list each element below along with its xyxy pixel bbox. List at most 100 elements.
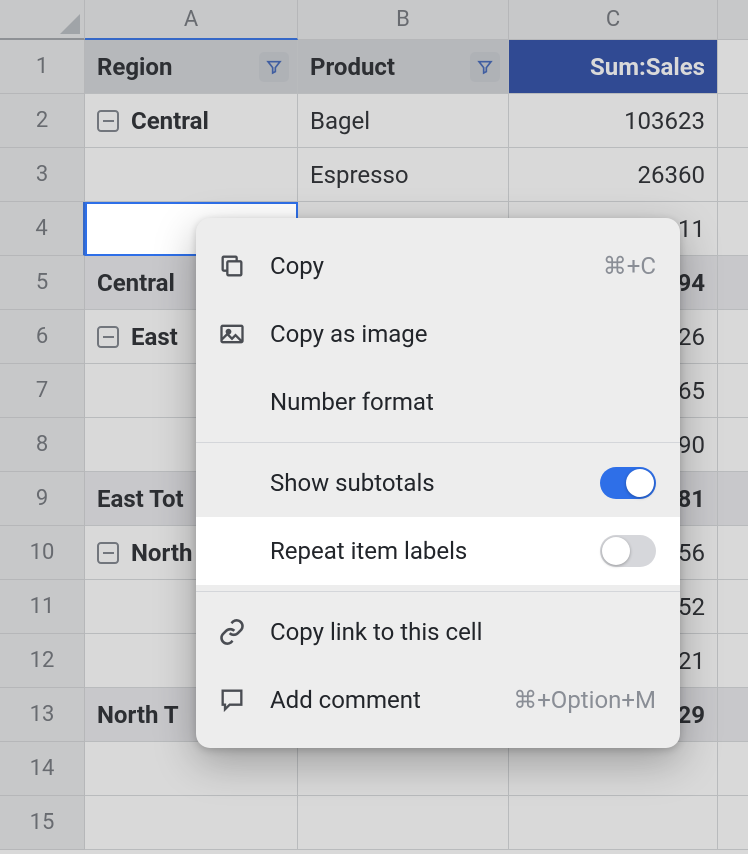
cell[interactable]: 103623: [509, 94, 718, 148]
filter-button-region[interactable]: [259, 52, 289, 82]
row-header[interactable]: 12: [0, 634, 85, 688]
collapse-group-button[interactable]: [97, 326, 119, 348]
menu-item-copy[interactable]: Copy ⌘+C: [196, 232, 680, 300]
row-header[interactable]: 7: [0, 364, 85, 418]
row-header[interactable]: 11: [0, 580, 85, 634]
menu-label: Repeat item labels: [270, 537, 600, 565]
cell[interactable]: [298, 742, 509, 796]
menu-item-number-format[interactable]: Number format: [196, 368, 680, 436]
column-header-next[interactable]: [718, 0, 748, 40]
row-header[interactable]: 10: [0, 526, 85, 580]
cell[interactable]: [718, 40, 748, 94]
cell[interactable]: [85, 148, 298, 202]
cell[interactable]: [298, 796, 509, 850]
cell[interactable]: [718, 526, 748, 580]
column-header-A[interactable]: A: [85, 0, 298, 40]
minus-icon: [103, 336, 114, 338]
menu-item-show-subtotals[interactable]: Show subtotals: [196, 449, 680, 517]
row-header[interactable]: 8: [0, 418, 85, 472]
column-header-C[interactable]: C: [509, 0, 718, 40]
cell[interactable]: [718, 742, 748, 796]
row-header[interactable]: 2: [0, 94, 85, 148]
menu-shortcut: ⌘+Option+M: [513, 686, 656, 714]
row-header[interactable]: 5: [0, 256, 85, 310]
row-header[interactable]: 1: [0, 40, 85, 94]
table-row: 2Central Bagel 103623: [0, 94, 748, 148]
table-row: 15: [0, 796, 748, 850]
menu-item-repeat-item-labels[interactable]: Repeat item labels: [196, 517, 680, 585]
table-row: 3 Espresso 26360: [0, 148, 748, 202]
cell[interactable]: [718, 256, 748, 310]
cell-text: 81: [677, 485, 705, 513]
row-header[interactable]: 13: [0, 688, 85, 742]
minus-icon: [103, 120, 114, 122]
cell[interactable]: Bagel: [298, 94, 509, 148]
funnel-icon: [266, 59, 282, 75]
cell[interactable]: 26360: [509, 148, 718, 202]
cell-text: 26360: [638, 161, 705, 189]
cell-text: 26: [678, 323, 705, 351]
cell[interactable]: [509, 742, 718, 796]
menu-label: Show subtotals: [270, 469, 600, 497]
menu-separator: [196, 591, 680, 592]
column-header-B[interactable]: B: [298, 0, 509, 40]
cell[interactable]: [718, 634, 748, 688]
row-header[interactable]: 3: [0, 148, 85, 202]
table-row: 1 Region Product Sum:Sales: [0, 40, 748, 94]
cell-text: Central: [97, 269, 175, 297]
menu-label: Add comment: [270, 686, 513, 714]
cell-text: 103623: [624, 107, 705, 135]
menu-label: Copy link to this cell: [270, 618, 656, 646]
menu-label: Copy: [270, 252, 603, 280]
cell[interactable]: [718, 472, 748, 526]
row-header[interactable]: 15: [0, 796, 85, 850]
row-header[interactable]: 14: [0, 742, 85, 796]
cell[interactable]: [85, 796, 298, 850]
image-icon: [218, 320, 270, 348]
menu-item-add-comment[interactable]: Add comment ⌘+Option+M: [196, 666, 680, 734]
cell[interactable]: [509, 796, 718, 850]
row-header[interactable]: 4: [0, 202, 85, 256]
cell[interactable]: [718, 202, 748, 256]
cell[interactable]: [718, 310, 748, 364]
menu-shortcut: ⌘+C: [603, 252, 656, 280]
cell-text: North: [131, 539, 192, 567]
table-row: 14: [0, 742, 748, 796]
cell-text: East Tot: [97, 485, 184, 513]
pivot-header-region[interactable]: Region: [85, 40, 298, 94]
cell-text: Bagel: [310, 107, 370, 135]
select-all-corner[interactable]: [0, 0, 85, 40]
header-label: Region: [97, 53, 172, 81]
cell-text: 90: [678, 431, 705, 459]
cell-text: 65: [678, 377, 705, 405]
cell[interactable]: [718, 688, 748, 742]
cell[interactable]: Central: [85, 94, 298, 148]
cell[interactable]: [718, 364, 748, 418]
toggle-show-subtotals[interactable]: [600, 467, 656, 499]
cell[interactable]: [718, 418, 748, 472]
cell[interactable]: [718, 94, 748, 148]
cell[interactable]: [718, 580, 748, 634]
comment-icon: [218, 686, 270, 714]
cell-text: Espresso: [310, 161, 409, 189]
cell-text: 56: [678, 539, 705, 567]
cell[interactable]: [85, 742, 298, 796]
menu-label: Copy as image: [270, 320, 656, 348]
filter-button-product[interactable]: [470, 52, 500, 82]
menu-item-copy-link[interactable]: Copy link to this cell: [196, 598, 680, 666]
pivot-header-product[interactable]: Product: [298, 40, 509, 94]
pivot-header-sum[interactable]: Sum:Sales: [509, 40, 718, 94]
cell-text: 94: [677, 269, 705, 297]
cell-text: East: [131, 323, 178, 351]
collapse-group-button[interactable]: [97, 110, 119, 132]
cell[interactable]: [718, 148, 748, 202]
header-label: Product: [310, 53, 395, 81]
funnel-icon: [477, 59, 493, 75]
toggle-repeat-labels[interactable]: [600, 535, 656, 567]
cell[interactable]: [718, 796, 748, 850]
row-header[interactable]: 6: [0, 310, 85, 364]
cell[interactable]: Espresso: [298, 148, 509, 202]
row-header[interactable]: 9: [0, 472, 85, 526]
menu-item-copy-as-image[interactable]: Copy as image: [196, 300, 680, 368]
collapse-group-button[interactable]: [97, 542, 119, 564]
